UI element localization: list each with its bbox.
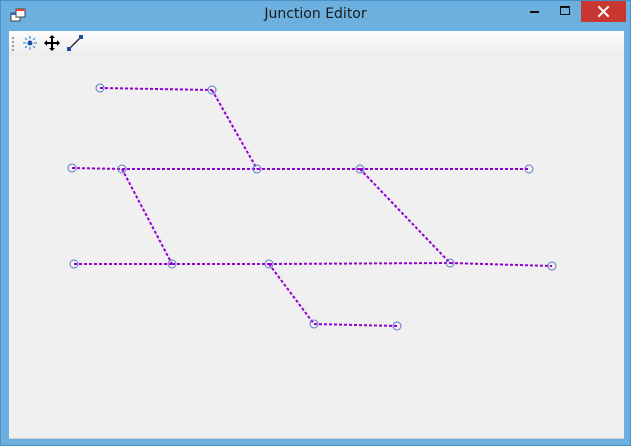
- move-icon: [44, 35, 60, 51]
- junction-edge[interactable]: [359, 168, 451, 264]
- close-button[interactable]: [581, 1, 626, 22]
- junction-edge[interactable]: [268, 263, 315, 325]
- maximize-button[interactable]: [550, 1, 580, 22]
- app-window: Junction Editor: [0, 0, 631, 446]
- junction-edge[interactable]: [449, 262, 553, 267]
- junction-graph[interactable]: [9, 57, 624, 438]
- toolbar-grip[interactable]: [12, 37, 14, 51]
- connect-line-icon: [67, 35, 83, 51]
- editor-canvas[interactable]: [9, 57, 624, 439]
- add-node-icon: [23, 36, 37, 50]
- junction-edge[interactable]: [99, 87, 213, 91]
- connect-tool-button[interactable]: [65, 33, 87, 55]
- junction-edge[interactable]: [211, 89, 258, 170]
- close-icon: [597, 5, 610, 18]
- maximize-icon: [560, 6, 570, 15]
- junction-edge[interactable]: [313, 323, 398, 327]
- title-bar[interactable]: Junction Editor: [1, 1, 630, 31]
- move-tool-button[interactable]: [42, 33, 64, 55]
- junction-edge[interactable]: [121, 168, 173, 265]
- junction-edge[interactable]: [71, 167, 123, 170]
- minimize-button[interactable]: [520, 1, 550, 22]
- add-node-tool-button[interactable]: [19, 33, 41, 55]
- toolbar: [9, 31, 624, 57]
- junction-edge[interactable]: [268, 262, 451, 265]
- minimize-icon: [530, 11, 539, 13]
